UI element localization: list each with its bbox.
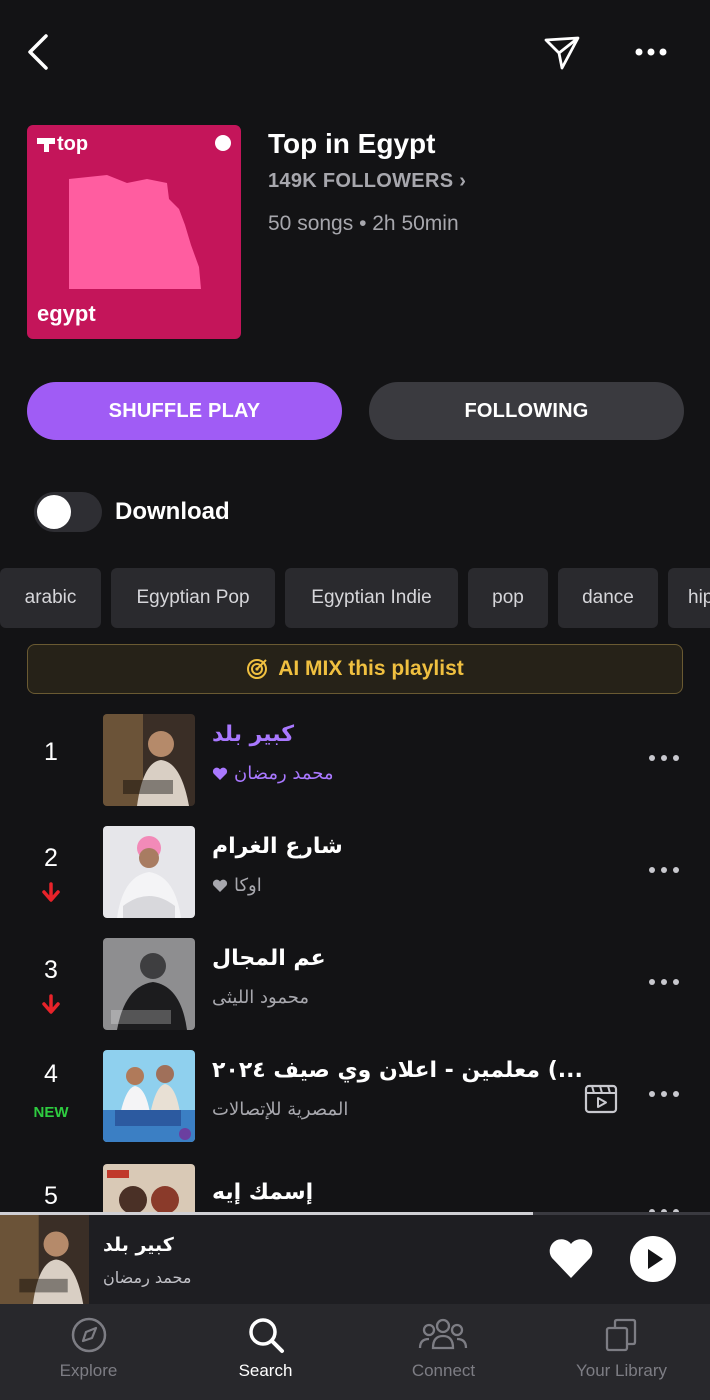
more-horizontal-icon[interactable]: [644, 974, 684, 990]
more-options-button[interactable]: [628, 32, 674, 72]
track-row[interactable]: 3 عم المجال محمود الليثى: [0, 932, 710, 1032]
more-horizontal-icon[interactable]: [644, 1086, 684, 1102]
track-title: عم المجال: [212, 946, 326, 971]
top-logo-icon: [37, 138, 55, 152]
nav-explore-label: Explore: [59, 1361, 118, 1380]
heart-filled-icon: [212, 879, 228, 892]
ai-mix-label: AI MIX this playlist: [278, 657, 464, 680]
new-badge: NEW: [33, 1104, 69, 1121]
chip-egyptian-pop[interactable]: Egyptian Pop: [111, 568, 275, 628]
followers-link[interactable]: 149K FOLLOWERS ›: [268, 170, 466, 193]
nav-search-label: Search: [238, 1361, 293, 1380]
top-bar: [0, 0, 710, 100]
search-icon: [249, 1318, 284, 1353]
download-toggle[interactable]: [34, 492, 102, 532]
track-rank: 5: [44, 1182, 58, 1210]
track-rank: 3: [44, 956, 58, 984]
mini-player[interactable]: كبير بلد محمد رمضان: [0, 1212, 710, 1304]
play-button[interactable]: [630, 1236, 676, 1282]
chip-hip[interactable]: hip: [668, 568, 710, 628]
nav-explore[interactable]: Explore: [0, 1304, 177, 1400]
playlist-meta: 50 songs • 2h 50min: [268, 212, 459, 235]
track-artist-name: محمد رمضان: [234, 763, 334, 784]
track-artwork: [103, 826, 195, 918]
more-horizontal-icon[interactable]: [644, 862, 684, 878]
anghami-logo-icon: [215, 135, 231, 151]
now-playing-artist: محمد رمضان: [103, 1268, 192, 1287]
chip-dance[interactable]: dance: [558, 568, 658, 628]
nav-library-label: Your Library: [575, 1361, 668, 1380]
track-artwork: [103, 714, 195, 806]
cover-brand-text: top: [57, 133, 89, 155]
egypt-map-icon: [69, 175, 201, 289]
play-icon: [648, 1249, 663, 1269]
target-icon: [247, 659, 268, 679]
heart-filled-icon[interactable]: [548, 1236, 594, 1280]
download-label: Download: [115, 498, 230, 525]
track-rank: 4: [44, 1060, 58, 1088]
cover-country: egypt: [37, 301, 96, 326]
track-artwork: [103, 1050, 195, 1142]
chip-arabic[interactable]: arabic: [0, 568, 101, 628]
track-row[interactable]: 4 NEW معلمين - اعلان وي صيف ٢٠٢٤ (... ال…: [0, 1044, 710, 1144]
track-row[interactable]: 2 شارع الغرام اوكا: [0, 820, 710, 920]
compass-icon: [71, 1317, 107, 1353]
ai-mix-button[interactable]: AI MIX this playlist: [27, 644, 683, 694]
track-title: إسمك إيه: [212, 1180, 314, 1205]
now-playing-artwork: [0, 1215, 89, 1304]
back-button[interactable]: [20, 30, 56, 74]
track-artist: محمود الليثى: [212, 987, 310, 1008]
nav-library[interactable]: Your Library: [533, 1304, 710, 1400]
playlist-title: Top in Egypt: [268, 128, 436, 159]
track-row[interactable]: 1 كبير بلد محمد رمضان: [0, 708, 710, 808]
share-button[interactable]: [540, 32, 584, 72]
track-artwork: [103, 938, 195, 1030]
track-rank: 1: [44, 738, 58, 766]
chip-pop[interactable]: pop: [468, 568, 548, 628]
track-artist: اوكا: [212, 875, 262, 896]
now-playing-title: كبير بلد: [103, 1234, 174, 1256]
track-artist: المصرية للإتصالات: [212, 1099, 349, 1120]
track-artist: محمد رمضان: [212, 763, 333, 784]
nav-connect-label: Connect: [411, 1361, 476, 1380]
track-rank: 2: [44, 844, 58, 872]
bottom-nav: Explore Search Connect Your Library: [0, 1304, 710, 1400]
following-button[interactable]: FOLLOWING: [369, 382, 684, 440]
trend-down-icon: [42, 994, 60, 1014]
track-artist-name: اوكا: [234, 875, 262, 896]
nav-search[interactable]: Search: [177, 1304, 354, 1400]
send-icon: [544, 36, 580, 70]
chevron-left-icon: [28, 34, 48, 70]
library-icon: [605, 1318, 637, 1352]
heart-filled-icon: [212, 767, 228, 780]
track-title: كبير بلد: [212, 722, 295, 747]
track-title: شارع الغرام: [212, 834, 343, 859]
chip-egyptian-indie[interactable]: Egyptian Indie: [285, 568, 458, 628]
toggle-knob: [37, 495, 71, 529]
more-horizontal-icon[interactable]: [644, 750, 684, 766]
nav-connect[interactable]: Connect: [355, 1304, 532, 1400]
playback-progress[interactable]: [0, 1212, 710, 1215]
track-title: معلمين - اعلان وي صيف ٢٠٢٤ (...: [212, 1058, 583, 1083]
trend-down-icon: [42, 882, 60, 902]
video-icon[interactable]: [584, 1082, 618, 1114]
shuffle-play-button[interactable]: SHUFFLE PLAY: [27, 382, 342, 440]
people-icon: [418, 1318, 468, 1350]
more-horizontal-icon: [635, 48, 667, 56]
playlist-cover: top egypt: [27, 125, 241, 339]
cover-brand: top: [37, 133, 88, 156]
